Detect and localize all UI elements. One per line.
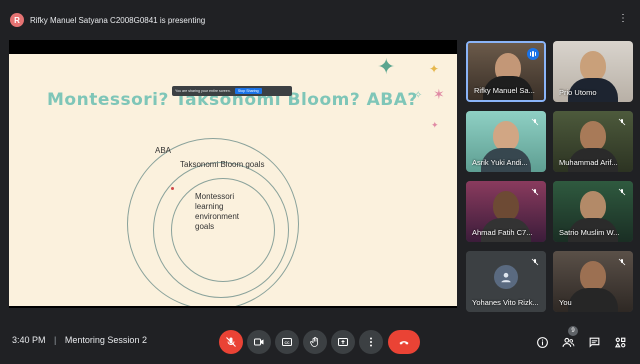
meeting-details-button[interactable] bbox=[534, 334, 550, 350]
hang-up-icon bbox=[399, 341, 409, 345]
camera-toggle-button[interactable] bbox=[247, 330, 271, 354]
more-options-icon[interactable]: ⋮ bbox=[618, 13, 628, 24]
presentation-slide: Montessori? Taksonomi Bloom? ABA? You ar… bbox=[9, 54, 457, 306]
stop-sharing-button[interactable]: Stop Sharing bbox=[234, 88, 262, 94]
avatar-icon bbox=[501, 272, 511, 283]
participant-tile[interactable]: Satrio Muslim W... bbox=[553, 181, 633, 242]
shared-screen: Montessori? Taksonomi Bloom? ABA? You ar… bbox=[9, 40, 457, 308]
sparkle-decoration-icon: ✧ bbox=[414, 90, 423, 101]
hand-icon bbox=[310, 336, 318, 347]
participant-tile[interactable]: Muhammad Arif... bbox=[553, 111, 633, 172]
star-decoration-icon: ✶ bbox=[433, 86, 445, 102]
more-options-button[interactable] bbox=[359, 330, 383, 354]
presenting-label: Rifky Manuel Satyana C2008G0841 is prese… bbox=[30, 15, 206, 25]
presenter-chip: R Rifky Manuel Satyana C2008G0841 is pre… bbox=[10, 10, 205, 30]
participant-name: Prio Utomo bbox=[559, 88, 597, 97]
ring-label-outer: ABA bbox=[155, 146, 172, 155]
meeting-controls-bar: 3:40 PM | Mentoring Session 2 CC bbox=[0, 322, 640, 364]
screen-share-notice: You are sharing your entire screen. Stop… bbox=[172, 86, 292, 96]
participant-tile[interactable]: Asrik Yuki Andi... bbox=[466, 111, 546, 172]
participant-name: Ahmad Fatih C7... bbox=[472, 228, 533, 237]
more-vert-icon bbox=[370, 337, 372, 347]
camera-icon bbox=[254, 338, 264, 346]
info-icon bbox=[536, 336, 548, 348]
speaking-indicator-icon bbox=[527, 48, 539, 60]
star-decoration-icon: ✦ bbox=[377, 54, 396, 79]
meeting-time: 3:40 PM bbox=[12, 335, 46, 345]
participant-name: Asrik Yuki Andi... bbox=[472, 158, 528, 167]
presenter-avatar: R bbox=[10, 13, 24, 27]
leave-call-button[interactable] bbox=[388, 330, 420, 354]
inner-line: learning bbox=[195, 202, 224, 211]
presenting-bar: R Rifky Manuel Satyana C2008G0841 is pre… bbox=[0, 0, 640, 38]
captions-icon: CC bbox=[282, 338, 292, 346]
inner-line: Montessori bbox=[195, 192, 235, 201]
chat-button[interactable] bbox=[586, 334, 602, 350]
present-screen-button[interactable] bbox=[331, 330, 355, 354]
muted-mic-icon bbox=[529, 116, 541, 128]
activities-button[interactable] bbox=[612, 334, 628, 350]
participant-tile[interactable]: Rifky Manuel Sa... bbox=[466, 41, 546, 102]
participant-name: Yohanes Vito Rizk... bbox=[472, 298, 539, 307]
people-icon bbox=[562, 337, 574, 347]
participant-tile[interactable]: Prio Utomo bbox=[553, 41, 633, 102]
raise-hand-button[interactable] bbox=[303, 330, 327, 354]
meeting-title: Mentoring Session 2 bbox=[64, 335, 147, 345]
muted-mic-icon bbox=[616, 186, 628, 198]
microphone-toggle-button[interactable] bbox=[219, 330, 243, 354]
inner-line: goals bbox=[195, 222, 215, 231]
participant-name: Rifky Manuel Sa... bbox=[474, 86, 535, 95]
participant-name: Muhammad Arif... bbox=[559, 158, 618, 167]
participant-tile[interactable]: You bbox=[553, 251, 633, 312]
present-icon bbox=[338, 338, 348, 346]
activities-icon bbox=[614, 337, 625, 347]
meeting-info: 3:40 PM | Mentoring Session 2 bbox=[12, 335, 147, 345]
mic-off-icon bbox=[226, 337, 236, 347]
separator: | bbox=[54, 335, 57, 345]
participant-name: Satrio Muslim W... bbox=[559, 228, 620, 237]
muted-mic-icon bbox=[616, 256, 628, 268]
participant-tile[interactable]: Ahmad Fatih C7... bbox=[466, 181, 546, 242]
chat-icon bbox=[589, 337, 599, 348]
participant-count-badge: 9 bbox=[568, 326, 578, 336]
inner-line: environment bbox=[195, 212, 240, 221]
ring-label-middle: Taksonomi Bloom goals bbox=[180, 160, 265, 169]
muted-mic-icon bbox=[529, 186, 541, 198]
ring-label-inner: Montessori learning environment goals bbox=[195, 192, 239, 232]
svg-text:CC: CC bbox=[284, 341, 290, 345]
cursor-pointer bbox=[171, 187, 174, 190]
sparkle-decoration-icon: ✦ bbox=[429, 62, 440, 76]
share-notice-text: You are sharing your entire screen. bbox=[175, 89, 231, 93]
captions-button[interactable]: CC bbox=[275, 330, 299, 354]
sparkle-decoration-icon: ✦ bbox=[431, 120, 439, 130]
muted-mic-icon bbox=[529, 256, 541, 268]
participant-tile[interactable]: Yohanes Vito Rizk... bbox=[466, 251, 546, 312]
participant-name: You bbox=[559, 298, 572, 307]
participant-avatar bbox=[494, 265, 518, 289]
muted-mic-icon bbox=[616, 116, 628, 128]
participants-button[interactable] bbox=[560, 334, 576, 350]
